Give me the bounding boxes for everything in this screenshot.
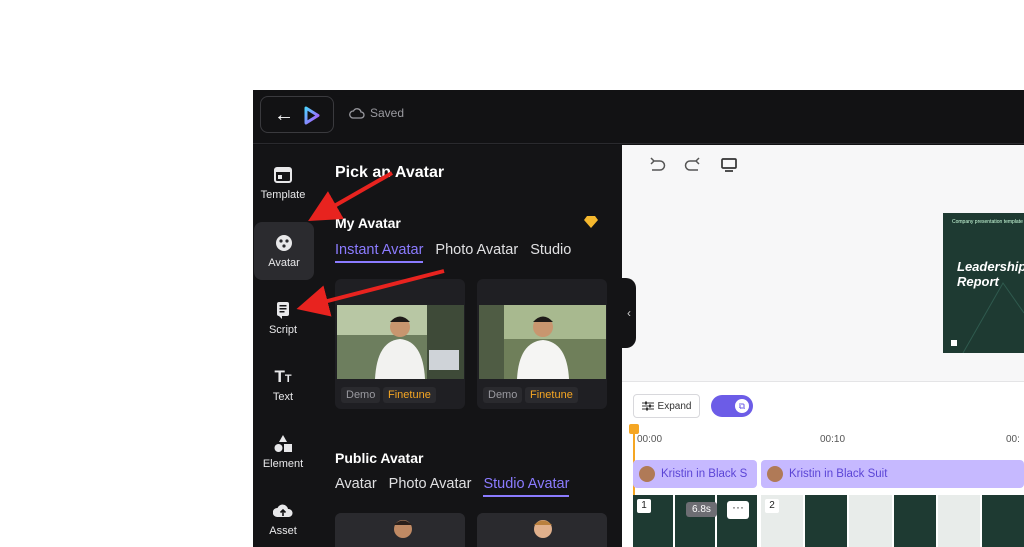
sidebar: Template Avatar Script TT Text Element A… — [253, 145, 319, 547]
app-logo — [304, 106, 320, 125]
canvas-area: Company presentation template Leadership… — [622, 145, 1024, 381]
avatar-panel: Pick an Avatar My Avatar Instant Avatar … — [319, 145, 622, 547]
sidebar-item-label: Text — [272, 391, 294, 403]
tab-photo-avatar[interactable]: Photo Avatar — [389, 476, 472, 497]
slide-thumbnail — [805, 495, 848, 547]
slide-number: 2 — [765, 499, 779, 513]
text-icon: TT — [274, 367, 292, 386]
sidebar-item-text[interactable]: TT Text — [253, 356, 313, 414]
ruler-tick-label: 00: — [1006, 434, 1020, 445]
slide-thumbnail — [937, 495, 980, 547]
avatar-thumbnail — [337, 305, 464, 379]
script-icon — [277, 302, 289, 319]
tab-instant-avatar[interactable]: Instant Avatar — [335, 242, 424, 263]
diamond-icon — [584, 216, 598, 228]
avatar-track-clip[interactable]: Kristin in Black S — [633, 460, 757, 488]
expand-button[interactable]: Expand — [633, 394, 700, 418]
collapse-panel-button[interactable]: ‹ — [622, 278, 636, 348]
sidebar-item-script[interactable]: Script — [253, 289, 313, 347]
sidebar-item-avatar[interactable]: Avatar — [254, 222, 314, 280]
sidebar-item-label: Avatar — [268, 257, 300, 269]
sidebar-item-label: Script — [268, 324, 298, 336]
slide-marker — [951, 340, 957, 346]
demo-tag: Demo — [483, 387, 523, 403]
tab-studio[interactable]: Studio — [530, 242, 571, 263]
sliders-icon — [641, 401, 654, 411]
element-icon — [274, 435, 292, 452]
toggle-knob-icon: ⧉ — [733, 397, 751, 415]
sidebar-item-label: Asset — [269, 525, 297, 537]
my-avatar-tabs: Instant Avatar Photo Avatar Studio — [335, 242, 571, 263]
saved-label: Saved — [370, 106, 405, 120]
app-window: ← Saved Template Avatar Script TT Text E… — [253, 90, 1024, 547]
sidebar-item-element[interactable]: Element — [253, 423, 313, 481]
clip-duration: 6.8s — [686, 502, 717, 517]
slide-thumbnail — [981, 495, 1024, 547]
ruler-tick-label: 00:10 — [820, 434, 846, 445]
public-avatar-tabs: Avatar Photo Avatar Studio Avatar — [335, 476, 570, 497]
slide-number: 1 — [637, 499, 651, 513]
tab-photo-avatar[interactable]: Photo Avatar — [435, 242, 518, 263]
demo-tag: Demo — [341, 387, 381, 403]
sidebar-item-asset[interactable]: Asset — [253, 490, 313, 547]
avatar-thumbnail — [767, 466, 783, 482]
avatar-clip-label: Kristin in Black S — [661, 468, 748, 480]
cloud-check-icon — [349, 108, 365, 119]
avatar-track-clip[interactable]: Kristin in Black Suit — [761, 460, 1024, 488]
panel-title: Pick an Avatar — [335, 164, 445, 181]
slide-thumbnail: 2 — [761, 495, 804, 547]
chevron-left-icon: ‹ — [627, 306, 631, 320]
my-avatar-title: My Avatar — [335, 215, 401, 231]
canvas-toolbar — [648, 157, 738, 173]
slide-subtitle: Company presentation template — [952, 219, 1023, 225]
avatar-thumbnail — [639, 466, 655, 482]
tab-studio-avatar[interactable]: Studio Avatar — [483, 476, 570, 497]
expand-label: Expand — [657, 400, 692, 412]
avatar-card[interactable] — [335, 513, 465, 547]
avatar-card[interactable]: Demo Finetune — [335, 279, 465, 409]
back-logo-group[interactable]: ← — [260, 96, 334, 133]
avatar-thumbnail — [335, 513, 465, 547]
slide-preview[interactable]: Company presentation template Leadership… — [943, 213, 1024, 353]
slide-track-clip[interactable]: 2 — [761, 495, 1024, 547]
sidebar-item-template[interactable]: Template — [253, 154, 313, 212]
avatar-icon — [276, 235, 292, 251]
public-avatar-title: Public Avatar — [335, 450, 424, 466]
finetune-tag: Finetune — [525, 387, 578, 403]
tab-avatar[interactable]: Avatar — [335, 476, 377, 497]
sidebar-item-label: Element — [262, 458, 304, 470]
saved-status: Saved — [349, 106, 404, 120]
avatar-thumbnail — [479, 305, 606, 379]
monitor-icon[interactable] — [720, 157, 738, 173]
finetune-tag: Finetune — [383, 387, 436, 403]
top-bar: ← Saved — [253, 90, 1024, 144]
ruler-tick-label: 00:00 — [637, 434, 663, 445]
sidebar-item-label: Template — [260, 189, 306, 201]
avatar-card[interactable]: Demo Finetune — [477, 279, 607, 409]
more-options-button[interactable]: ··· — [727, 501, 749, 519]
arrow-left-icon[interactable]: ← — [274, 105, 294, 125]
slide-thumbnail — [893, 495, 936, 547]
slide-thumbnail: 1 — [633, 495, 673, 547]
redo-icon[interactable] — [684, 157, 702, 173]
undo-icon[interactable] — [648, 157, 666, 173]
timeline: Expand ⧉ 00:00 00:10 00: Kristin in Blac… — [622, 381, 1024, 547]
template-icon — [274, 167, 292, 183]
upload-cloud-icon — [273, 504, 293, 517]
slide-thumbnail — [849, 495, 892, 547]
avatar-thumbnail — [477, 513, 607, 547]
avatar-clip-label: Kristin in Black Suit — [789, 468, 888, 480]
time-ruler: 00:00 00:10 00: — [632, 432, 1024, 450]
avatar-card[interactable] — [477, 513, 607, 547]
slide-title: Leadership Report — [957, 259, 1024, 289]
captions-toggle[interactable]: ⧉ — [711, 395, 753, 417]
